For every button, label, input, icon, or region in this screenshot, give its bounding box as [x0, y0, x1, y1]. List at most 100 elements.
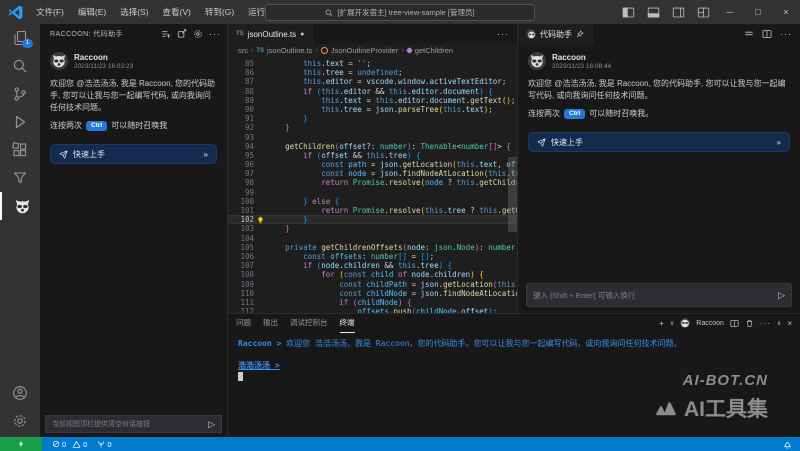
more-actions-icon[interactable]: ···: [209, 29, 221, 39]
breadcrumb-item-3[interactable]: getChildren: [415, 46, 453, 55]
source-control-icon[interactable]: [0, 80, 40, 108]
toggle-panel-icon[interactable]: [647, 6, 660, 19]
pin-icon[interactable]: [576, 30, 584, 38]
lightbulb-icon[interactable]: [254, 215, 267, 224]
problems-indicator[interactable]: 0 0: [52, 440, 87, 449]
settings-icon[interactable]: [193, 29, 203, 39]
message-timestamp: 2023/11/23 16:08:44: [552, 63, 611, 70]
toggle-sidebar-icon[interactable]: [622, 6, 635, 19]
panel-tab-调试控制台[interactable]: 调试控制台: [290, 314, 328, 332]
new-chat-icon[interactable]: [161, 29, 171, 39]
code-line-85: 85 this.text = '';: [228, 59, 517, 68]
code-text[interactable]: }: [267, 215, 517, 224]
menu-item-3[interactable]: 查看(V): [156, 0, 198, 24]
breadcrumb-item-0[interactable]: src: [238, 46, 248, 55]
code-text[interactable]: this.editor = vscode.window.activeTextEd…: [267, 77, 517, 86]
breadcrumb-item-2[interactable]: JsonOutlineProvider: [331, 46, 399, 55]
code-text[interactable]: }: [267, 123, 517, 132]
terminal-profile-label[interactable]: Raccoon: [696, 320, 724, 327]
code-text[interactable]: const childPath = json.getLocation(this.…: [267, 280, 517, 289]
code-text[interactable]: this.tree = undefined;: [267, 68, 517, 77]
code-text[interactable]: [267, 188, 517, 197]
quickstart-button[interactable]: 快速上手 »: [50, 144, 217, 164]
maximize-panel-icon[interactable]: ∧: [777, 320, 781, 327]
tab-jsonoutline[interactable]: TS jsonOutline.ts ●: [228, 24, 313, 44]
ports-indicator[interactable]: 0: [97, 440, 111, 449]
notifications-bell-icon[interactable]: [783, 440, 792, 449]
close-panel-icon[interactable]: ×: [787, 319, 792, 328]
code-text[interactable]: private getChildrenOffsets(node: json.No…: [267, 243, 517, 252]
code-text[interactable]: if (this.editor && this.editor.document)…: [267, 87, 517, 96]
new-terminal-icon[interactable]: +: [659, 319, 664, 328]
menu-item-1[interactable]: 编辑(E): [71, 0, 113, 24]
run-debug-icon[interactable]: [0, 108, 40, 136]
code-text[interactable]: if (offset && this.tree) {: [267, 151, 517, 160]
extensions-icon[interactable]: [0, 136, 40, 164]
watermark-line1: AI-BOT.CN: [654, 372, 768, 389]
send-icon[interactable]: ▷: [778, 290, 785, 301]
code-text[interactable]: for (const child of node.children) {: [267, 270, 517, 279]
close-button[interactable]: ×: [772, 0, 800, 24]
ai-toolset-logo-icon: [654, 399, 678, 417]
code-text[interactable]: [267, 133, 517, 142]
minimize-button[interactable]: ─: [716, 0, 744, 24]
code-text[interactable]: return Promise.resolve(node ? this.getCh…: [267, 178, 517, 187]
code-text[interactable]: this.tree = json.parseTree(this.text);: [267, 105, 517, 114]
remote-indicator[interactable]: [0, 437, 42, 451]
code-text[interactable]: }: [267, 224, 517, 233]
dirty-indicator-icon[interactable]: ●: [300, 31, 304, 38]
code-text[interactable]: const path = json.getLocation(this.text,…: [267, 160, 517, 169]
command-center[interactable]: [扩展开发宿主] tree-view-sample [管理员]: [265, 4, 535, 21]
sidebar-chat-input[interactable]: 当前视图顶栏提供清空对话按钮 ▷: [45, 415, 222, 433]
gutter-decoration: [254, 96, 267, 105]
menu-item-4[interactable]: 转到(G): [198, 0, 241, 24]
account-icon[interactable]: [0, 379, 40, 407]
toggle-secondary-sidebar-icon[interactable]: [672, 6, 685, 19]
code-text[interactable]: this.text = this.editor.document.getText…: [267, 96, 517, 105]
customize-layout-icon[interactable]: [697, 6, 710, 19]
code-text[interactable]: const offsets: number[] = [];: [267, 252, 517, 261]
code-text[interactable]: }: [267, 114, 517, 123]
explorer-icon[interactable]: 1: [0, 24, 40, 52]
settings-gear-icon[interactable]: [0, 407, 40, 435]
code-text[interactable]: } else {: [267, 197, 517, 206]
panel-more-actions-icon[interactable]: ···: [780, 29, 792, 39]
kill-terminal-icon[interactable]: [745, 319, 754, 328]
code-text[interactable]: return Promise.resolve(this.tree ? this.…: [267, 206, 517, 215]
line-number: 110: [228, 289, 254, 298]
split-editor-icon[interactable]: [762, 29, 772, 39]
code-text[interactable]: if (node.children && this.tree) {: [267, 261, 517, 270]
raccoon-sidebar: RACCOON: 代码助手 ··· Raccoon 2023/11/23 16:…: [40, 24, 228, 437]
menu-item-0[interactable]: 文件(F): [29, 0, 71, 24]
panel-tab-输出[interactable]: 输出: [263, 314, 278, 332]
quickstart-button[interactable]: 快速上手 »: [528, 132, 790, 152]
code-text[interactable]: getChildren(offset?: number): Thenable<n…: [267, 142, 517, 151]
panel-more-actions-icon[interactable]: ···: [760, 319, 771, 328]
raccoon-assistant-icon[interactable]: [0, 192, 42, 220]
panel-tab-终端[interactable]: 终端: [340, 314, 355, 333]
editor-more-actions-icon[interactable]: ···: [497, 29, 517, 39]
edit-session-icon[interactable]: [177, 29, 187, 39]
maximize-button[interactable]: □: [744, 0, 772, 24]
gutter-decoration: [254, 105, 267, 114]
breadcrumb-item-1[interactable]: jsonOutline.ts: [267, 46, 312, 55]
assistant-chat-input[interactable]: 键入 [Shift + Enter] 可输入换行 ▷: [526, 283, 792, 307]
panel-tab-问题[interactable]: 问题: [236, 314, 251, 332]
line-number: 87: [228, 77, 254, 86]
editor-scrollbar[interactable]: [508, 157, 517, 232]
code-text[interactable]: const node = json.findNodeAtLocation(thi…: [267, 169, 517, 178]
code-text[interactable]: this.text = '';: [267, 59, 517, 68]
send-icon[interactable]: ▷: [208, 419, 215, 430]
code-text[interactable]: if (childNode) {: [267, 298, 517, 307]
panel-menu-icon[interactable]: [744, 29, 754, 39]
split-terminal-icon[interactable]: [730, 319, 739, 328]
terminal-dropdown-icon[interactable]: ∨: [670, 320, 674, 327]
tab-code-assistant[interactable]: 代码助手: [518, 24, 593, 44]
gutter-decoration: [254, 123, 267, 132]
code-text[interactable]: [267, 234, 517, 243]
line-number: 98: [228, 178, 254, 187]
testing-icon[interactable]: [0, 164, 40, 192]
menu-item-2[interactable]: 选择(S): [113, 0, 155, 24]
code-text[interactable]: const childNode = json.findNodeAtLocatio…: [267, 289, 517, 298]
search-view-icon[interactable]: [0, 52, 40, 80]
